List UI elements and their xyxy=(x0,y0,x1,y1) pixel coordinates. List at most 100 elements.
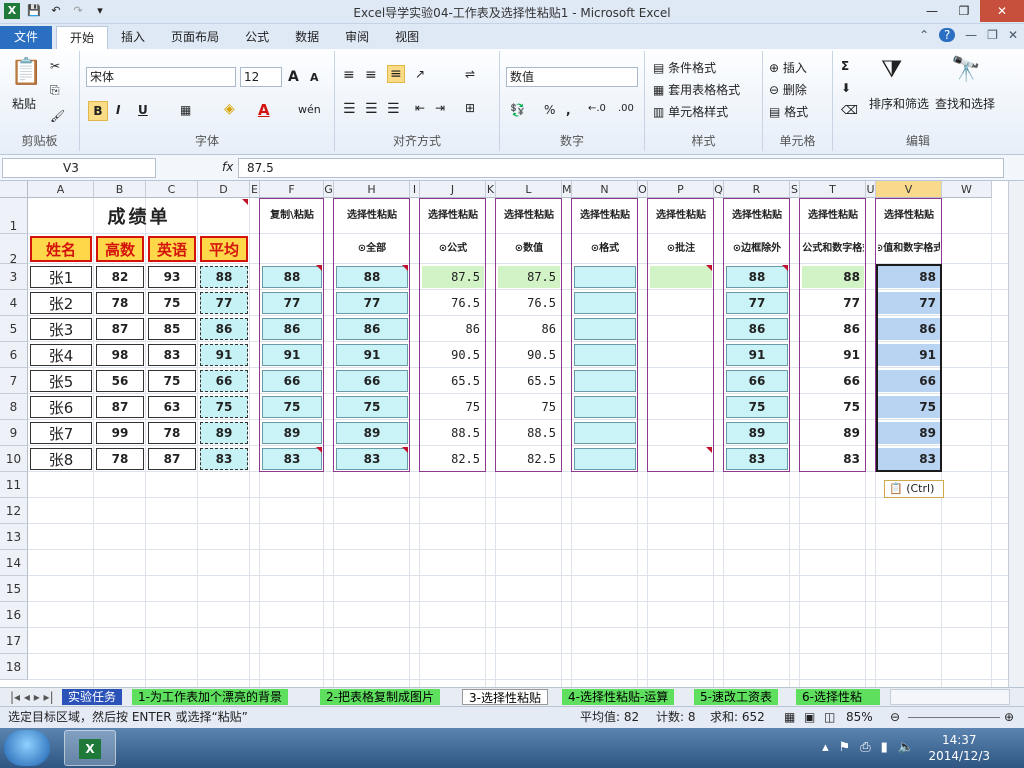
clear-icon[interactable]: ⌫ xyxy=(841,103,858,117)
insert-cells-button[interactable]: ⊕ 插入 xyxy=(769,59,807,76)
sheet-nav-arrows[interactable]: |◂ ◂ ▸ ▸| xyxy=(4,689,60,705)
minimize-ribbon-icon[interactable]: ⌃ xyxy=(919,28,929,42)
doc-minimize-button[interactable]: — xyxy=(965,28,977,42)
decrease-indent-icon[interactable]: ⇤ xyxy=(415,101,425,115)
row-header-6[interactable]: 6 xyxy=(0,342,28,368)
format-cells-button[interactable]: ▤ 格式 xyxy=(769,103,808,120)
wrap-text-icon[interactable]: ⇌ xyxy=(465,67,475,81)
column-header-L[interactable]: L xyxy=(496,181,562,198)
help-icon[interactable]: ? xyxy=(939,28,956,42)
zoom-slider[interactable] xyxy=(908,717,1000,718)
normal-view-icon[interactable]: ▦ xyxy=(784,707,795,727)
tab-page-layout[interactable]: 页面布局 xyxy=(158,26,232,49)
sheet-tab-4[interactable]: 4-选择性粘贴-运算 xyxy=(562,689,675,705)
column-header-K[interactable]: K xyxy=(486,181,496,198)
page-layout-view-icon[interactable]: ▣ xyxy=(804,707,815,727)
format-as-table-button[interactable]: ▦ 套用表格格式 xyxy=(653,81,740,98)
tab-formulas[interactable]: 公式 xyxy=(232,26,282,49)
horizontal-scrollbar[interactable] xyxy=(890,689,1010,705)
row-header-18[interactable]: 18 xyxy=(0,654,28,680)
close-button[interactable]: ✕ xyxy=(980,0,1024,22)
align-left-icon[interactable]: ☰ xyxy=(343,101,356,117)
paste-options-button[interactable]: 📋 (Ctrl) xyxy=(884,480,944,498)
taskbar-clock[interactable]: 14:37 2014/12/3 xyxy=(928,732,990,764)
column-header-T[interactable]: T xyxy=(800,181,866,198)
align-right-icon[interactable]: ☰ xyxy=(387,101,400,117)
fx-icon[interactable]: fx xyxy=(222,160,233,174)
zoom-in-icon[interactable]: ⊕ xyxy=(1004,707,1014,727)
italic-button[interactable]: I xyxy=(116,103,120,117)
conditional-format-button[interactable]: ▤ 条件格式 xyxy=(653,59,716,76)
column-header-M[interactable]: M xyxy=(562,181,572,198)
paste-icon[interactable]: 📋 xyxy=(10,57,42,87)
worksheet-grid[interactable]: A B C D E F G H I J K L M N O P Q R S T U V W 1 2 3 4 5 6 7 8 9 10 11 12 13… xyxy=(0,181,1008,687)
copy-icon[interactable]: ⎘ xyxy=(50,83,60,98)
find-select-icon[interactable]: 🔭 xyxy=(951,55,981,83)
column-header-J[interactable]: J xyxy=(420,181,486,198)
column-header-O[interactable]: O xyxy=(638,181,648,198)
start-button[interactable] xyxy=(4,730,50,766)
tab-insert[interactable]: 插入 xyxy=(108,26,158,49)
shrink-font-icon[interactable]: A xyxy=(310,71,319,84)
autosum-icon[interactable]: Σ xyxy=(841,59,849,73)
column-header-V[interactable]: V xyxy=(876,181,942,198)
row-header-1[interactable]: 1 xyxy=(0,198,28,234)
delete-cells-button[interactable]: ⊖ 删除 xyxy=(769,81,807,98)
row-header-5[interactable]: 5 xyxy=(0,316,28,342)
align-middle-icon[interactable]: ≡ xyxy=(365,67,377,83)
align-center-icon[interactable]: ☰ xyxy=(365,101,378,117)
network-icon[interactable]: ▮ xyxy=(881,740,888,755)
maximize-button[interactable]: ❐ xyxy=(948,0,980,22)
column-header-Q[interactable]: Q xyxy=(714,181,724,198)
accounting-icon[interactable]: 💱 xyxy=(510,103,525,117)
sheet-tab-1[interactable]: 1-为工作表加个漂亮的背景 xyxy=(132,689,288,705)
flag-icon[interactable]: ⚑ xyxy=(839,740,851,755)
tray-arrow-icon[interactable]: ▴ xyxy=(822,740,829,755)
cell-styles-button[interactable]: ▥ 单元格样式 xyxy=(653,103,728,120)
column-header-E[interactable]: E xyxy=(250,181,260,198)
device-icon[interactable]: ⎙ xyxy=(860,740,870,755)
sort-filter-icon[interactable]: ⧩ xyxy=(881,55,902,83)
select-all-corner[interactable] xyxy=(0,181,28,198)
comma-button[interactable]: , xyxy=(566,103,571,117)
borders-icon[interactable]: ▦ xyxy=(180,103,191,117)
font-size-select[interactable]: 12 xyxy=(240,67,282,87)
row-header-11[interactable]: 11 xyxy=(0,472,28,498)
increase-decimal-button[interactable]: ←.0 xyxy=(588,103,606,114)
phonetic-icon[interactable]: wén xyxy=(298,103,321,116)
tab-review[interactable]: 审阅 xyxy=(332,26,382,49)
name-box[interactable]: V3 xyxy=(2,158,156,178)
doc-restore-button[interactable]: ❐ xyxy=(987,28,998,42)
vertical-scrollbar[interactable] xyxy=(1008,181,1024,687)
sort-filter-button[interactable]: 排序和筛选 xyxy=(869,95,929,112)
merge-center-icon[interactable]: ⊞ xyxy=(465,101,475,115)
doc-close-button[interactable]: ✕ xyxy=(1008,28,1018,42)
sheet-tab-6[interactable]: 6-选择性粘 xyxy=(796,689,880,705)
row-header-2[interactable]: 2 xyxy=(0,234,28,266)
align-bottom-icon[interactable]: ≡ xyxy=(387,65,405,83)
format-painter-icon[interactable]: 🖌 xyxy=(50,109,65,123)
orientation-icon[interactable]: ↗ xyxy=(415,67,425,81)
bold-button[interactable]: B xyxy=(88,101,108,121)
column-header-G[interactable]: G xyxy=(324,181,334,198)
grow-font-icon[interactable]: A xyxy=(288,69,299,85)
percent-button[interactable]: % xyxy=(544,103,555,117)
tab-home[interactable]: 开始 xyxy=(56,26,109,49)
column-header-N[interactable]: N xyxy=(572,181,638,198)
row-header-16[interactable]: 16 xyxy=(0,602,28,628)
page-break-view-icon[interactable]: ◫ xyxy=(824,707,835,727)
row-header-12[interactable]: 12 xyxy=(0,498,28,524)
tab-file[interactable]: 文件 xyxy=(0,26,53,49)
sheet-tab-2[interactable]: 2-把表格复制成图片 xyxy=(320,689,440,705)
row-header-10[interactable]: 10 xyxy=(0,446,28,472)
column-header-S[interactable]: S xyxy=(790,181,800,198)
column-header-H[interactable]: H xyxy=(334,181,410,198)
paste-button[interactable]: 粘贴 xyxy=(12,95,36,112)
column-header-I[interactable]: I xyxy=(410,181,420,198)
tab-data[interactable]: 数据 xyxy=(282,26,332,49)
formula-input[interactable]: 87.5 xyxy=(238,158,1004,178)
column-header-F[interactable]: F xyxy=(260,181,324,198)
row-header-17[interactable]: 17 xyxy=(0,628,28,654)
row-header-9[interactable]: 9 xyxy=(0,420,28,446)
tab-view[interactable]: 视图 xyxy=(382,26,432,49)
